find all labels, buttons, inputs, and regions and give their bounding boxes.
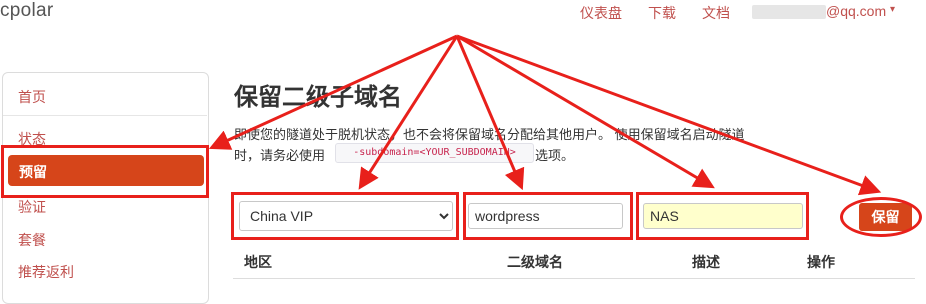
arrow-to-description	[456, 34, 715, 189]
arrow-to-save	[456, 34, 882, 196]
annotation-arrows	[208, 34, 882, 196]
arrow-to-subdomain	[455, 35, 525, 191]
